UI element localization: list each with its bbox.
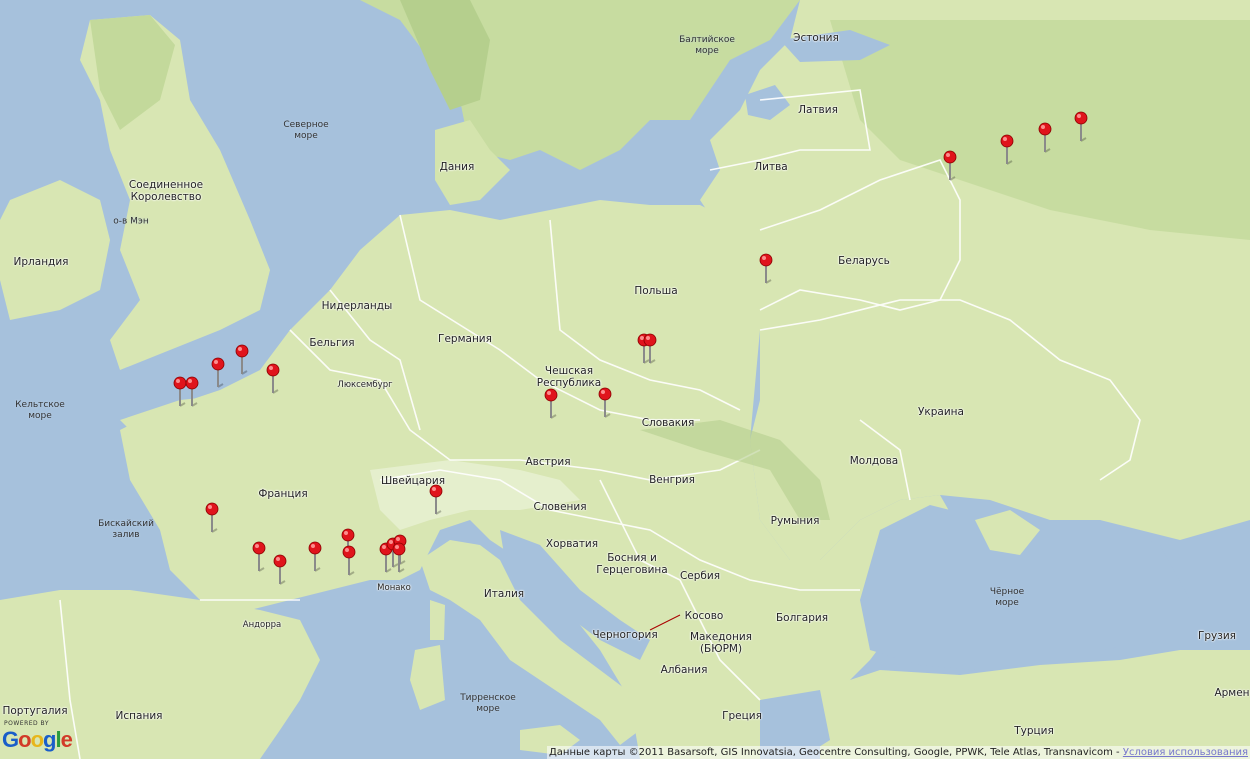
google-logo[interactable]: POWERED BY Google <box>2 720 73 756</box>
google-letter: e <box>60 727 73 752</box>
label-denmark: Дания <box>439 161 475 173</box>
map-marker-pin-icon[interactable] <box>205 502 219 534</box>
terms-of-use-link[interactable]: Условия использования <box>1123 747 1248 758</box>
label-portugal: Португалия <box>2 705 68 717</box>
label-bulgaria: Болгария <box>775 612 829 624</box>
map-marker-pin-icon[interactable] <box>759 253 773 285</box>
label-kosovo: Косово <box>684 610 724 622</box>
map-marker-pin-icon[interactable] <box>211 357 225 389</box>
land-corsica <box>430 600 445 640</box>
map-marker-pin-icon[interactable] <box>392 542 406 574</box>
label-italy: Италия <box>483 588 525 600</box>
map-marker-pin-icon[interactable] <box>943 150 957 182</box>
label-baltic-sea: Балтийское море <box>679 35 735 56</box>
label-latvia: Латвия <box>798 104 838 116</box>
label-montenegro: Черногория <box>592 629 658 641</box>
map-marker-pin-icon[interactable] <box>185 376 199 408</box>
label-ireland: Ирландия <box>13 256 69 268</box>
label-celtic-sea: Кельтское море <box>15 400 65 421</box>
map-marker-pin-icon[interactable] <box>342 545 356 577</box>
powered-by-label: POWERED BY <box>4 720 50 727</box>
map-marker-pin-icon[interactable] <box>544 388 558 420</box>
map-marker-pin-icon[interactable] <box>252 541 266 573</box>
label-czech: Чешская Республика <box>536 365 602 389</box>
label-turkey: Турция <box>1014 725 1054 737</box>
label-moldova: Молдова <box>849 455 899 467</box>
google-letter: o <box>30 727 44 752</box>
map-marker-pin-icon[interactable] <box>429 484 443 516</box>
label-germany: Германия <box>438 333 492 345</box>
label-belgium: Бельгия <box>309 337 355 349</box>
label-hungary: Венгрия <box>649 474 695 486</box>
label-bosnia: Босния и Герцеговина <box>596 552 668 576</box>
label-black-sea: Чёрное море <box>989 587 1025 608</box>
google-letter: o <box>18 727 31 752</box>
map-attribution: Данные карты ©2011 Basarsoft, GIS Innova… <box>546 746 1250 759</box>
label-uk: Соединенное Королевство <box>128 179 204 203</box>
google-wordmark: Google <box>2 727 73 753</box>
label-netherlands: Нидерланды <box>321 300 393 312</box>
google-letter: G <box>2 727 19 752</box>
label-belarus: Беларусь <box>838 255 890 267</box>
label-albania: Албания <box>660 664 708 676</box>
label-france: Франция <box>258 488 308 500</box>
label-slovenia: Словения <box>533 501 587 513</box>
map-marker-pin-icon[interactable] <box>1000 134 1014 166</box>
label-greece: Греция <box>722 710 762 722</box>
map-marker-pin-icon[interactable] <box>273 554 287 586</box>
label-austria: Австрия <box>525 456 571 468</box>
label-croatia: Хорватия <box>545 538 599 550</box>
label-spain: Испания <box>115 710 163 722</box>
google-letter: g <box>43 727 56 752</box>
label-ukraine: Украина <box>918 406 964 418</box>
map-marker-pin-icon[interactable] <box>266 363 280 395</box>
attribution-text: Данные карты ©2011 Basarsoft, GIS Innova… <box>548 747 1120 758</box>
label-isle-of-man: о-в Мэн <box>113 216 149 227</box>
map-canvas[interactable]: Эстония Латвия Литва Беларусь Польша Дан… <box>0 0 1250 759</box>
label-monaco: Монако <box>377 583 411 593</box>
label-north-sea: Северное море <box>283 120 329 141</box>
label-luxembourg: Люксембург <box>337 380 393 390</box>
map-marker-pin-icon[interactable] <box>643 333 657 365</box>
label-macedonia: Македония (БЮРМ) <box>690 631 752 655</box>
map-marker-pin-icon[interactable] <box>235 344 249 376</box>
map-marker-pin-icon[interactable] <box>1074 111 1088 143</box>
label-armenia: Армен <box>1214 687 1250 699</box>
label-slovakia: Словакия <box>641 417 695 429</box>
label-andorra: Андорра <box>242 620 282 630</box>
label-estonia: Эстония <box>793 32 839 44</box>
label-romania: Румыния <box>770 515 820 527</box>
label-bay-of-biscay: Бискайский залив <box>98 519 154 540</box>
label-georgia: Грузия <box>1197 630 1237 642</box>
label-poland: Польша <box>634 285 678 297</box>
map-marker-pin-icon[interactable] <box>598 387 612 419</box>
label-lithuania: Литва <box>754 161 788 173</box>
map-marker-pin-icon[interactable] <box>308 541 322 573</box>
label-serbia: Сербия <box>679 570 721 582</box>
map-marker-pin-icon[interactable] <box>1038 122 1052 154</box>
label-tyrrhenian-sea: Тирренское море <box>460 693 516 714</box>
